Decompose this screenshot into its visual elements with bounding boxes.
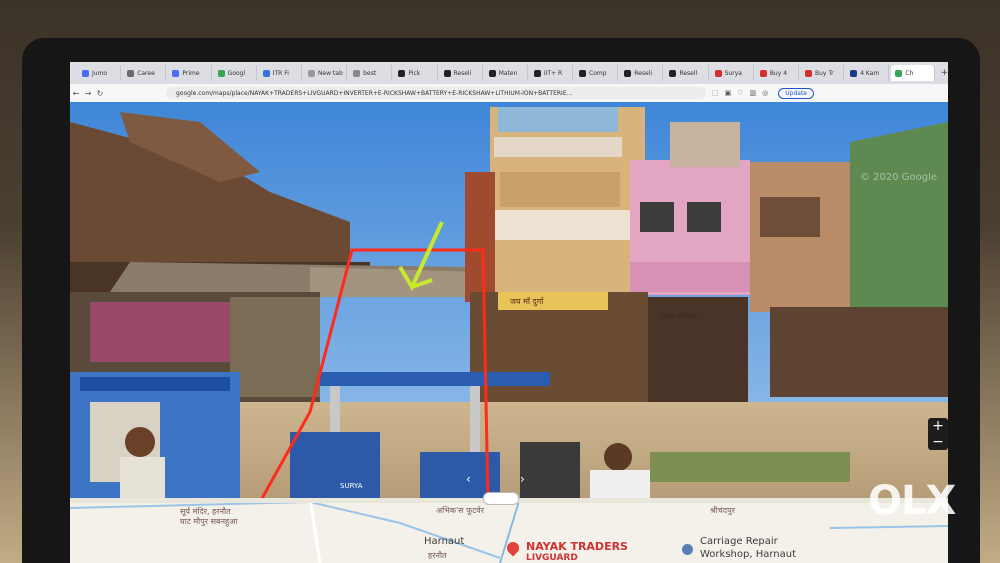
- reload-icon[interactable]: ↻: [94, 89, 106, 98]
- browser-tab[interactable]: Comp: [575, 65, 619, 81]
- update-button[interactable]: Update: [778, 87, 814, 99]
- map-label-nayak-2: LIVGUARD: [526, 553, 578, 563]
- tab-favicon-icon: [759, 69, 767, 77]
- tab-label: Jumo: [92, 69, 108, 77]
- wallet-icon[interactable]: ◎: [762, 89, 768, 97]
- browser-tab[interactable]: ITR Fi: [259, 65, 302, 81]
- rickshaw-brand: SURYA: [340, 482, 363, 490]
- bookmark-icon[interactable]: ♡: [737, 89, 743, 97]
- extension-icon[interactable]: ▣: [725, 89, 732, 97]
- browser-toolbar: ← → ↻ google.com/maps/place/NAYAK+TRADER…: [70, 84, 948, 103]
- tab-favicon-icon: [850, 69, 858, 77]
- tab-label: Prime: [182, 69, 200, 77]
- browser-tab[interactable]: 4 Kam: [846, 65, 890, 81]
- map-label-nayak[interactable]: NAYAK TRADERS: [526, 540, 628, 553]
- tab-favicon-icon: [398, 69, 406, 77]
- browser-tab[interactable]: IIT+ R: [530, 65, 574, 81]
- tab-label: Ch: [905, 69, 914, 77]
- url-text: google.com/maps/place/NAYAK+TRADERS+LIVG…: [176, 89, 573, 97]
- tab-label: Reseli: [453, 69, 472, 77]
- tab-label: Caree: [137, 69, 155, 77]
- shop-sign-1: जय माँ दुर्गा: [510, 297, 544, 306]
- tab-favicon-icon: [579, 69, 587, 77]
- panel-drag-handle[interactable]: [483, 492, 519, 505]
- tab-favicon-icon: [172, 69, 180, 77]
- tab-favicon-icon: [353, 69, 361, 77]
- browser-tab[interactable]: Prime: [168, 65, 212, 81]
- address-bar[interactable]: google.com/maps/place/NAYAK+TRADERS+LIVG…: [166, 87, 706, 99]
- street-view-image: [70, 102, 948, 498]
- tab-label: Buy 4: [769, 69, 788, 77]
- forward-icon[interactable]: →: [82, 89, 94, 98]
- share-icon[interactable]: ⬚: [712, 89, 719, 97]
- tab-label: New tab: [317, 69, 343, 77]
- sidebar-icon[interactable]: ▥: [750, 89, 757, 97]
- tab-favicon-icon: [127, 69, 135, 77]
- tab-label: IIT+ R: [543, 69, 563, 77]
- new-tab-icon[interactable]: +: [941, 68, 948, 78]
- map-label-carriage-1[interactable]: Carriage Repair: [700, 536, 778, 547]
- zoom-in-button[interactable]: +: [928, 418, 948, 434]
- browser-tab[interactable]: Buy 4: [756, 65, 799, 81]
- map-label-shop-hi: अभिक'स फूटवेर: [436, 506, 485, 515]
- tab-favicon-icon: [533, 69, 541, 77]
- browser-tab[interactable]: New tab: [304, 65, 348, 81]
- tab-favicon-icon: [714, 69, 722, 77]
- tab-favicon-icon: [669, 69, 677, 77]
- browser-tab[interactable]: Ch: [891, 65, 935, 81]
- browser-tab[interactable]: Buy Tr: [801, 65, 845, 81]
- tab-label: Maten: [498, 69, 518, 77]
- browser-tab[interactable]: Googl: [214, 65, 257, 81]
- tab-favicon-icon: [895, 69, 903, 77]
- browser-tab[interactable]: best: [349, 65, 393, 81]
- map-label-harnaut: Harnaut: [424, 536, 465, 547]
- tab-favicon-icon: [262, 69, 270, 77]
- tab-strip: Jumo Caree Prime Googl ITR Fi New tab best Pick…: [70, 62, 948, 84]
- laptop-screen: Jumo Caree Prime Googl ITR Fi New tab best Pick…: [70, 62, 948, 563]
- tab-label: Buy Tr: [815, 69, 834, 77]
- map-label-carriage-2: Workshop, Harnaut: [700, 549, 797, 560]
- browser-tab[interactable]: Reseli: [440, 65, 483, 81]
- zoom-control: + −: [928, 418, 948, 450]
- browser-tab[interactable]: Reseli: [620, 65, 664, 81]
- tab-favicon-icon: [443, 69, 451, 77]
- tab-favicon-icon: [624, 69, 632, 77]
- tab-favicon-icon: [82, 69, 89, 77]
- workshop-icon[interactable]: [682, 544, 693, 555]
- browser-tab[interactable]: Resell: [665, 65, 709, 81]
- tab-favicon-icon: [307, 69, 315, 77]
- browser-tab[interactable]: Surya: [711, 65, 754, 81]
- shop-sign-2: आशा वस्त्रालय: [660, 312, 698, 320]
- tab-favicon-icon: [217, 69, 225, 77]
- tab-favicon-icon: [488, 69, 496, 77]
- tab-favicon-icon: [805, 69, 812, 77]
- zoom-out-button[interactable]: −: [928, 434, 948, 450]
- tab-label: Googl: [227, 69, 246, 77]
- tab-label: Resell: [679, 69, 698, 77]
- browser-tab[interactable]: Pick: [394, 65, 438, 81]
- map-label-shree: श्रीचंदपुर: [710, 506, 735, 515]
- map-label-harnaut-hi: हरनौत: [428, 551, 447, 560]
- street-view-panorama[interactable]: जय माँ दुर्गा आशा वस्त्रालय SURYA © 2020…: [70, 102, 948, 498]
- tab-label: Surya: [724, 69, 742, 77]
- browser-tab[interactable]: Caree: [123, 65, 167, 81]
- tab-label: 4 Kam: [860, 69, 880, 77]
- browser-tab[interactable]: Jumo: [78, 65, 122, 81]
- prev-arrow-icon[interactable]: ‹: [466, 472, 471, 486]
- browser-tab[interactable]: Maten: [485, 65, 528, 81]
- olx-watermark: OLX: [868, 478, 956, 524]
- tab-label: best: [363, 69, 377, 77]
- tab-label: Pick: [408, 69, 421, 77]
- next-arrow-icon[interactable]: ›: [520, 472, 525, 486]
- tab-label: ITR Fi: [272, 69, 289, 77]
- map-label-temple-2: घाट मौपुर सबनहुआ: [180, 517, 238, 526]
- tab-label: Reseli: [634, 69, 652, 77]
- copyright-label: © 2020 Google: [860, 172, 938, 183]
- tab-label: Comp: [589, 69, 607, 77]
- back-icon[interactable]: ←: [70, 89, 82, 98]
- map-panel[interactable]: सूर्य मंदिर, हरनौत घाट मौपुर सबनहुआ अभिक…: [70, 498, 948, 563]
